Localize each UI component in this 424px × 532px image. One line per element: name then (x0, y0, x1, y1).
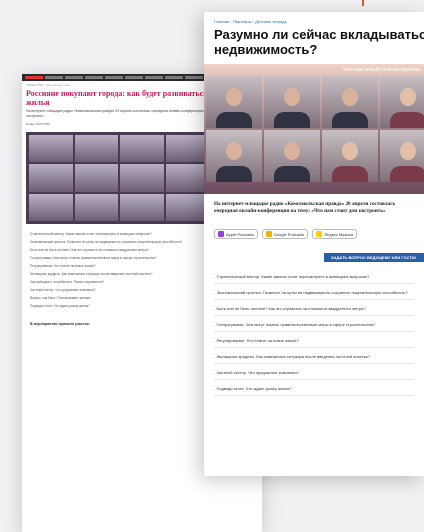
article-lead: На интернет-площадке радио «Комсомольска… (214, 201, 396, 214)
list-item: - Экономический прогноз. Позволят ли цен… (214, 284, 414, 300)
list-item: - Подводя итоги. Что ждать рынку жилья? (214, 380, 414, 396)
participant-tile (380, 76, 424, 128)
participant-tile (264, 130, 320, 182)
google-podcasts-button[interactable]: Google Podcasts (261, 229, 309, 239)
conference-photo: Что нам стоит дом построить (204, 64, 424, 194)
page-title-line2: недвижимость? (214, 42, 318, 57)
podcast-links: Apple Podcasts Google Podcasts Яндекс Му… (204, 215, 424, 239)
participant-tile (380, 130, 424, 182)
photo-caption: Что нам стоит дом построить (342, 67, 420, 73)
accent-mark (362, 0, 364, 6)
list-item: - Жилищные кредиты. Как изменилась ситуа… (214, 348, 414, 364)
participant-tile (322, 76, 378, 128)
list-item: - Стратегический вектор. Какие законы ст… (214, 268, 414, 284)
participant-tile (206, 130, 262, 182)
question-list: - Стратегический вектор. Какие законы ст… (204, 262, 424, 402)
apple-podcasts-icon (218, 231, 224, 237)
google-podcasts-icon (265, 231, 272, 237)
list-item: - Регулирование. Кто платит за новое жил… (214, 332, 414, 348)
breadcrumb-partners-link[interactable]: Партнеры (233, 19, 252, 24)
list-item: - Госпрограммы. Чем могут помочь правите… (214, 316, 414, 332)
participant-tile (322, 130, 378, 182)
yandex-music-icon (316, 231, 323, 237)
breadcrumb-home-link[interactable]: Главная (214, 19, 229, 24)
participant-tile (264, 76, 320, 128)
list-item: - Быть или не быть ипотеке? Как это отра… (214, 300, 414, 316)
breadcrumb-section-link[interactable]: Деловая тетрадь (255, 19, 287, 24)
participant-tile (206, 76, 262, 128)
participant-grid (204, 74, 424, 184)
page-title: Разумно ли сейчас вкладываться в (214, 27, 424, 42)
list-item: - Частный сектор. Что предлагают компани… (214, 364, 414, 380)
ask-question-button[interactable]: ЗАДАТЬ ВОПРОС ВЕДУЩЕМУ ИЛИ ГОСТЮ (324, 253, 424, 262)
foreground-article-page: Главная • Партнеры • Деловая тетрадь Раз… (204, 12, 424, 476)
apple-podcasts-button[interactable]: Apple Podcasts (214, 229, 258, 239)
yandex-music-button[interactable]: Яндекс Музыка (312, 229, 357, 239)
breadcrumb: Главная • Партнеры • Деловая тетрадь (214, 19, 287, 24)
